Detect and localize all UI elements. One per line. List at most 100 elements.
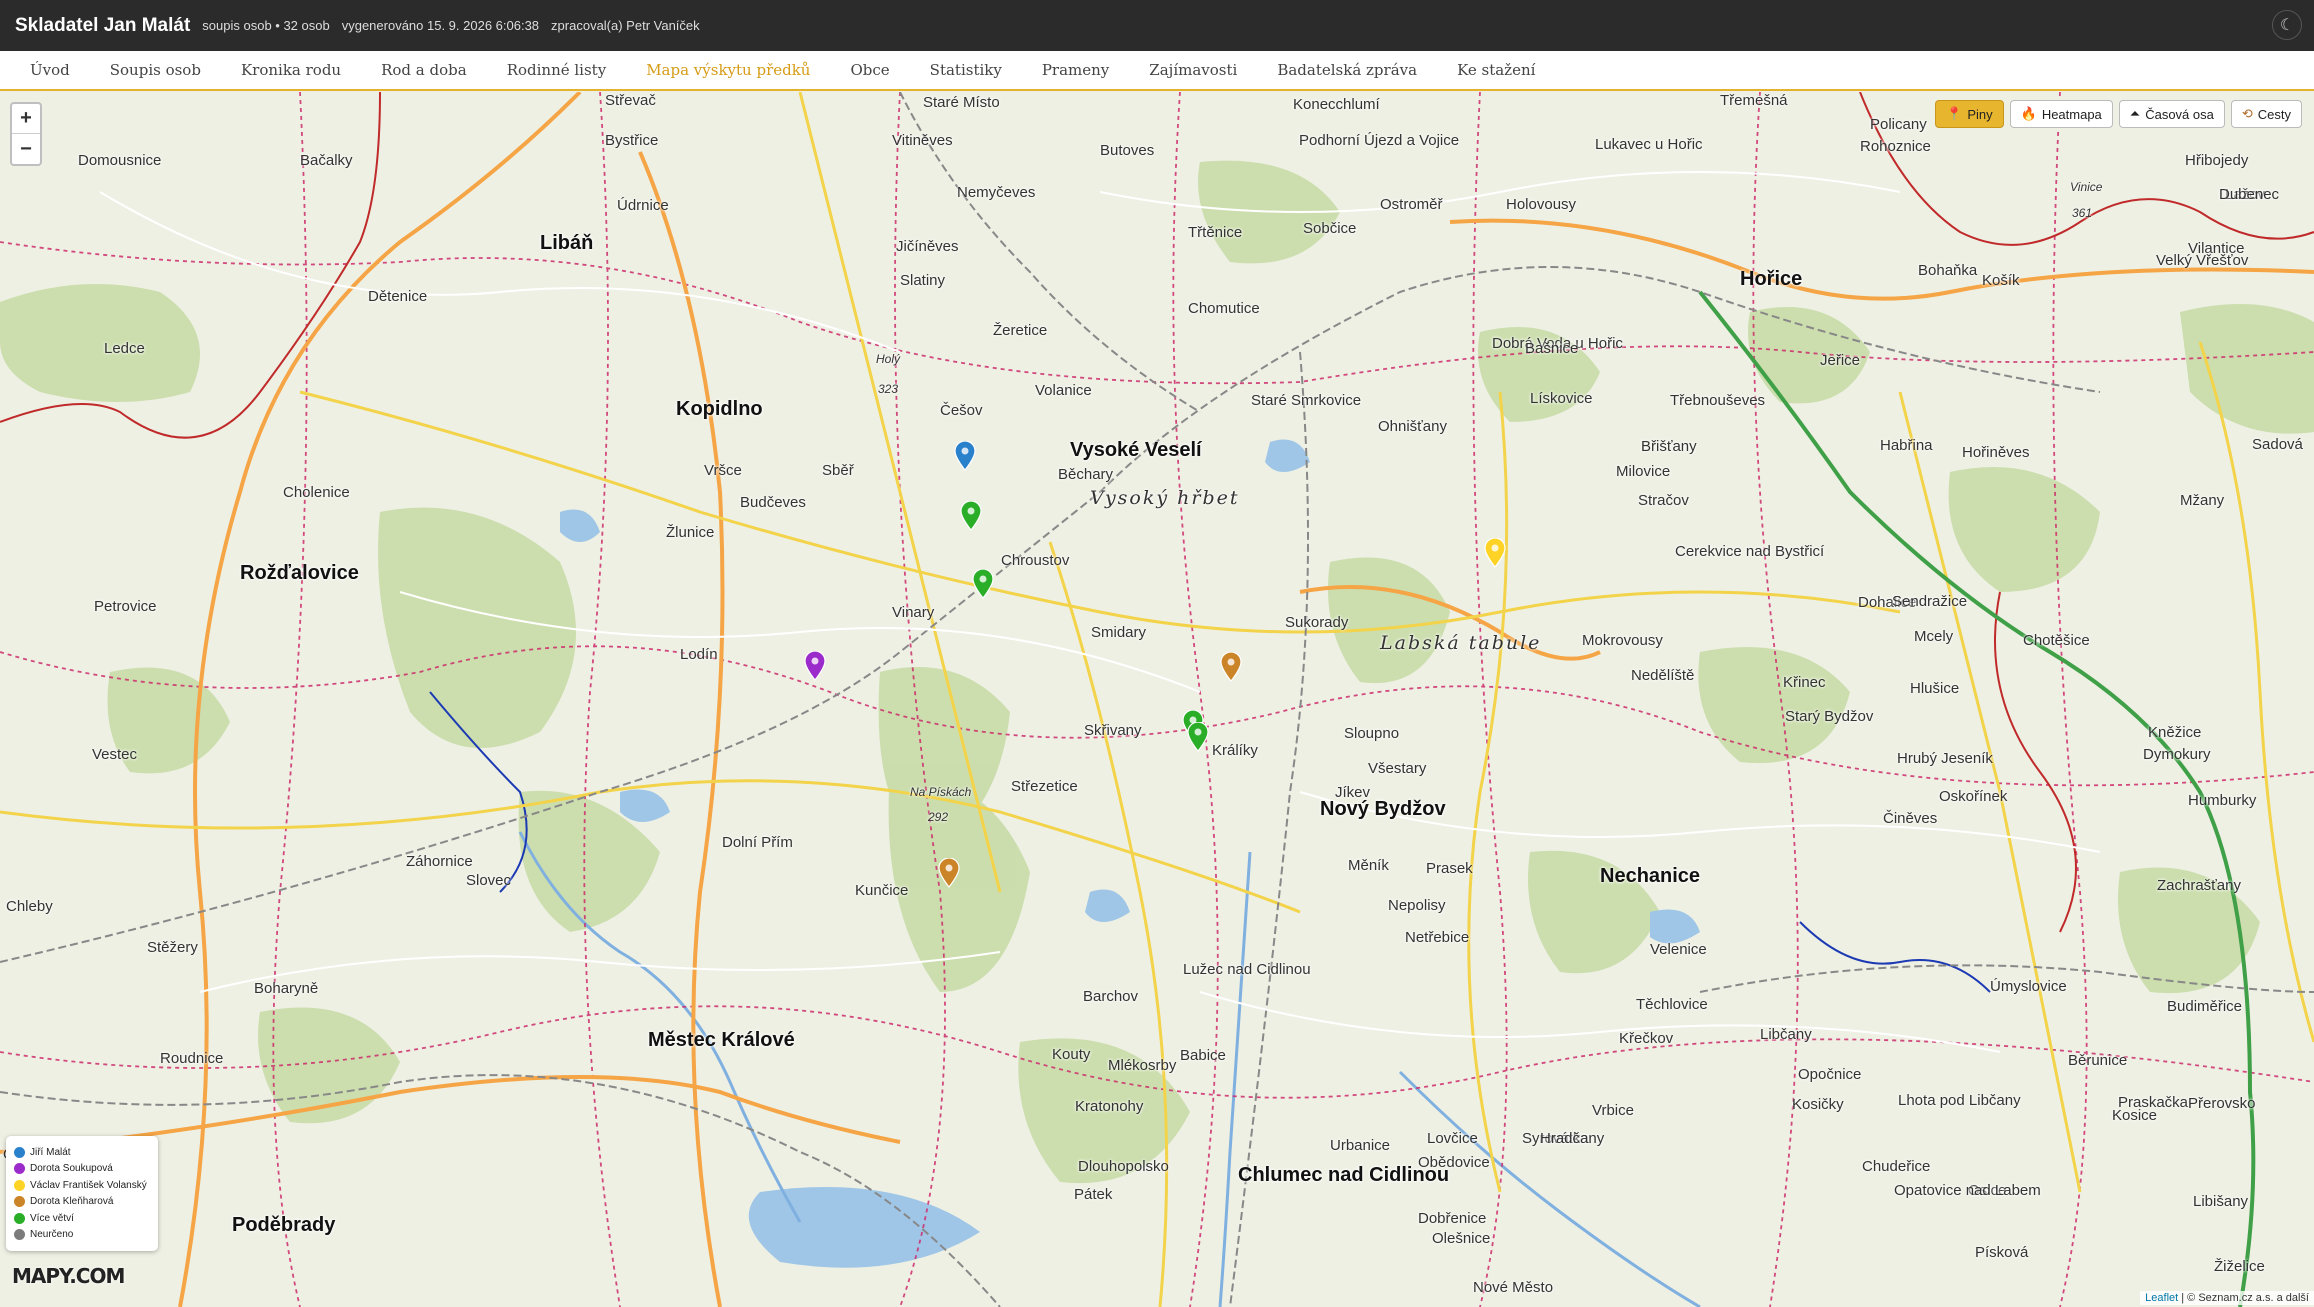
village-label: Dymokury [2143, 746, 2211, 763]
map-pin-5[interactable] [1220, 652, 1242, 682]
village-label: Vitiněves [892, 132, 953, 149]
village-label: Mcely [1914, 628, 1954, 645]
village-label: Prasek [1426, 860, 1473, 877]
map-pin-8[interactable] [938, 858, 960, 888]
hill-label: Na Pískách [910, 785, 972, 799]
village-label: Cholenice [283, 484, 350, 501]
village-label: Podhorní Újezd a Vojice [1299, 132, 1460, 149]
village-label: Starý Bydžov [1785, 708, 1874, 725]
village-label: Sadová [2252, 436, 2303, 453]
village-label: Sobčice [1303, 220, 1357, 237]
leaflet-link[interactable]: Leaflet [2145, 1292, 2178, 1304]
route-icon: ⟲ [2241, 106, 2253, 121]
layer-heatmap-button[interactable]: 🔥 Heatmapa [2009, 100, 2113, 128]
nav-zajimavosti[interactable]: Zajímavosti [1149, 61, 1237, 79]
nav-ke-stazeni[interactable]: Ke stažení [1457, 61, 1535, 79]
village-label: Bačalky [300, 152, 353, 169]
village-label: Lhota pod Libčany [1898, 1092, 2021, 1109]
legend-item: Dorota Kleňharová [14, 1194, 150, 1211]
layer-timeline-button[interactable]: ⏶ Časová osa [2118, 100, 2225, 128]
town-label: Poděbrady [232, 1214, 336, 1236]
nav-badatelska-zprava[interactable]: Badatelská zpráva [1277, 61, 1417, 79]
nav-rodinne-listy[interactable]: Rodinné listy [507, 61, 607, 79]
village-label: Žiželice [2214, 1258, 2265, 1275]
nav-obce[interactable]: Obce [850, 61, 889, 79]
village-label: Dolní Přím [722, 834, 793, 851]
village-label: Bystřice [605, 132, 659, 149]
nav-mapa-vyskytu[interactable]: Mapa výskytu předků [646, 61, 810, 79]
map-pin-2[interactable] [960, 501, 982, 531]
village-label: Sběř [822, 462, 854, 479]
map-view[interactable]: Libáň Kopidlno Rožďalovice Vysoké Veselí Hoř… [0, 92, 2314, 1307]
map-pin-4[interactable] [804, 651, 826, 681]
layer-routes-button[interactable]: ⟲ Cesty [2230, 100, 2302, 128]
legend-dot-yellow [14, 1179, 25, 1191]
person-count: soupis osob • 32 osob [202, 18, 330, 33]
village-label: Vinary [892, 604, 935, 621]
legend-dot-orange [14, 1196, 25, 1208]
village-label: Kunčice [855, 882, 909, 899]
village-label: Střezetice [1011, 778, 1078, 795]
village-label: Činěves [1883, 810, 1938, 827]
village-label: Sloupno [1344, 725, 1400, 742]
village-label: Ostroměř [1380, 196, 1443, 213]
village-label: Třtěnice [1188, 224, 1243, 241]
layer-pins-label: Piny [1967, 106, 1993, 122]
legend-item: Neurčeno [14, 1227, 150, 1244]
village-label: Hrubý Jeseník [1897, 750, 1993, 767]
village-label: Stračov [1638, 492, 1689, 509]
hill-label: Vinice [2070, 180, 2103, 194]
village-label: Policany [1870, 116, 1927, 133]
timeline-icon: ⏶ [2129, 106, 2141, 121]
nav-statistiky[interactable]: Statistiky [930, 61, 1002, 79]
village-label: Křečkov [1619, 1030, 1674, 1047]
zoom-in-button[interactable]: + [12, 104, 40, 134]
village-label: Jičíněves [896, 238, 959, 255]
village-label: Břišťany [1641, 438, 1697, 455]
village-label: Budčeves [740, 494, 806, 511]
village-label: Nemyčeves [957, 184, 1036, 201]
nav-uvod[interactable]: Úvod [30, 61, 70, 79]
map-pin-3[interactable] [972, 569, 994, 599]
legend-item: Dorota Soukupová [14, 1161, 150, 1178]
village-label: Domousnice [78, 152, 162, 169]
town-label: Kopidlno [676, 398, 763, 420]
village-label: Košík [1982, 272, 2020, 289]
nav-kronika-rodu[interactable]: Kronika rodu [241, 61, 341, 79]
town-label: Vysoké Veselí [1070, 439, 1202, 461]
village-label: Vrbice [1592, 1102, 1634, 1119]
layer-pins-button[interactable]: 📍 Piny [1935, 100, 2004, 128]
village-label: Vestec [92, 746, 138, 763]
map-pin-7[interactable] [1187, 722, 1209, 752]
village-label: Údrnice [617, 197, 669, 214]
village-label: Opatovice nad Labem [1894, 1182, 2041, 1199]
layer-timeline-label: Časová osa [2145, 106, 2214, 122]
legend-dot-blue [14, 1146, 25, 1158]
map-pin-1[interactable] [954, 441, 976, 471]
legend-label: Dorota Soukupová [30, 1163, 113, 1175]
map-pin-9[interactable] [1484, 538, 1506, 568]
town-label: Městec Králové [648, 1029, 795, 1051]
village-label: Písková [1975, 1244, 2029, 1261]
village-label: Pátek [1074, 1186, 1113, 1203]
mapy-logo[interactable]: MAPY.COM [12, 1264, 125, 1288]
village-label: Chudeřice [1862, 1158, 1931, 1175]
village-label: Třemešná [1720, 92, 1788, 109]
village-label: Slatiny [900, 272, 946, 289]
legend-label: Václav František Volanský [30, 1179, 147, 1191]
attribution-text: | © Seznam.cz a.s. a další [2181, 1292, 2309, 1304]
town-label: Libáň [540, 232, 594, 254]
region-label: Vysoký hřbet [1090, 487, 1240, 509]
theme-toggle-button[interactable]: ☾ [2272, 10, 2302, 40]
legend-label: Neurčeno [30, 1229, 74, 1241]
nav-soupis-osob[interactable]: Soupis osob [110, 61, 201, 79]
generated-timestamp: vygenerováno 15. 9. 2026 6:06:38 [341, 18, 540, 33]
town-label: Nový Bydžov [1320, 798, 1446, 820]
nav-prameny[interactable]: Prameny [1042, 61, 1109, 79]
village-label: Nepolisy [1388, 897, 1446, 914]
zoom-out-button[interactable]: − [12, 134, 40, 164]
village-label: Dubenec [2219, 186, 2280, 203]
village-label: Kněžice [2148, 724, 2202, 741]
village-label: Lukavec u Hořic [1595, 136, 1703, 153]
nav-rod-a-doba[interactable]: Rod a doba [381, 61, 467, 79]
